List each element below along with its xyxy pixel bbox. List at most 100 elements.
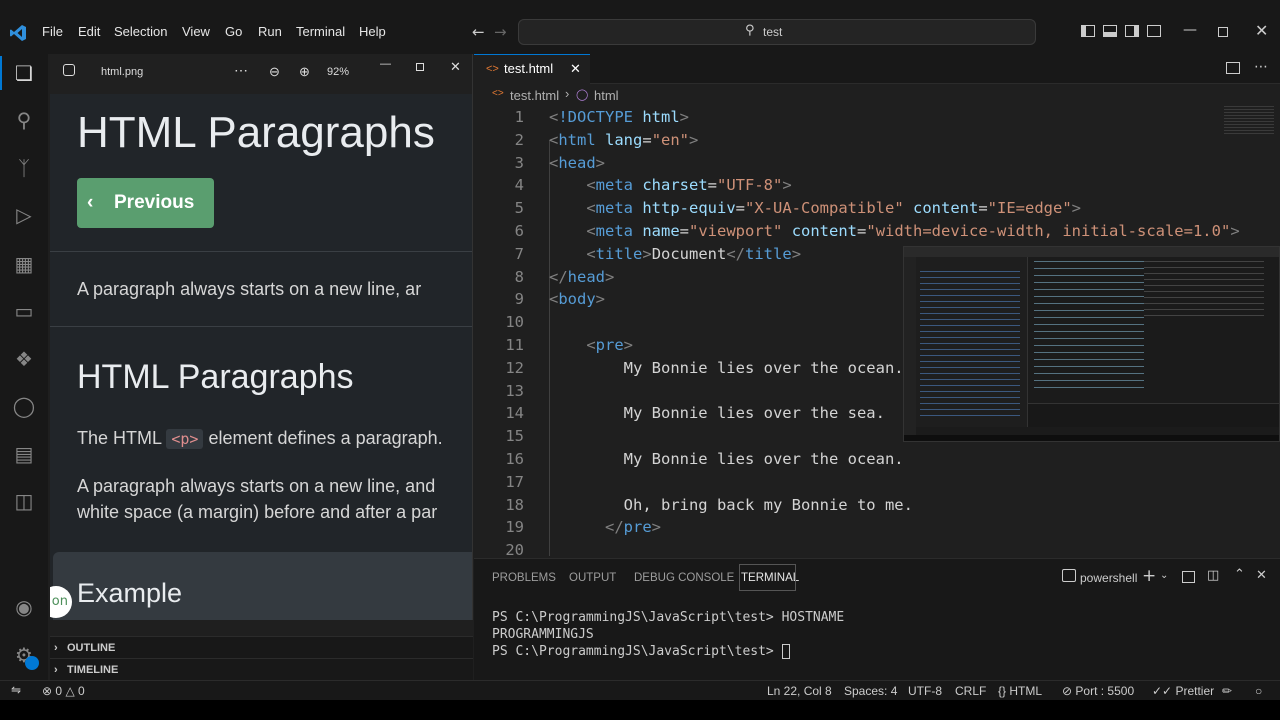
tab-problems[interactable]: PROBLEMS <box>492 572 556 584</box>
language-mode[interactable]: {} HTML <box>998 684 1042 698</box>
maximize-panel-icon[interactable]: ⌃ <box>1234 567 1245 582</box>
code-line[interactable]: Oh, bring back my Bonnie to me. <box>549 496 913 514</box>
minimize-window-icon[interactable]: — <box>1183 22 1197 38</box>
more-options-icon[interactable]: ⋯ <box>234 62 248 79</box>
viewer-minimize-icon[interactable]: — <box>380 58 391 70</box>
code-line[interactable]: My Bonnie lies over the ocean. <box>549 450 904 468</box>
toggle-secondary-sidebar-icon[interactable] <box>1125 25 1139 37</box>
viewer-close-icon[interactable]: ✕ <box>450 59 461 75</box>
run-debug-icon[interactable]: ▷ <box>12 203 36 227</box>
split-terminal-icon[interactable] <box>1182 571 1195 583</box>
bubble-label: on <box>51 594 68 609</box>
image-filename: html.png <box>101 66 144 78</box>
toggle-sidebar-icon[interactable] <box>1081 25 1095 37</box>
code-line[interactable]: <meta charset="UTF-8"> <box>549 176 791 194</box>
tab-debug-console[interactable]: DEBUG CONSOLE <box>634 572 734 584</box>
minimap[interactable] <box>1224 106 1274 136</box>
code-line[interactable]: </pre> <box>549 518 661 536</box>
account-icon[interactable]: ◉ <box>12 595 36 619</box>
breadcrumb-file[interactable]: test.html <box>510 88 559 103</box>
menu-go[interactable]: Go <box>225 24 242 39</box>
zoom-out-icon[interactable]: ⊖ <box>269 64 280 80</box>
divider <box>50 251 472 252</box>
line-ending[interactable]: CRLF <box>955 684 986 698</box>
close-window-icon[interactable]: ✕ <box>1255 21 1268 40</box>
breadcrumb-node[interactable]: html <box>594 88 619 103</box>
menu-selection[interactable]: Selection <box>114 24 167 39</box>
cursor-position[interactable]: Ln 22, Col 8 <box>767 684 832 698</box>
code-line[interactable]: </head> <box>549 268 614 286</box>
error-icon: ⊗ <box>42 684 53 698</box>
terminal-line-3[interactable]: PS C:\ProgrammingJS\JavaScript\test> <box>492 644 790 659</box>
editor-tab-bar: <> test.html ✕ ⋯ <box>474 54 1280 84</box>
search-icon[interactable]: ⚲ <box>12 108 36 132</box>
line-number: 6 <box>514 222 524 240</box>
no-entry-icon: ⊘ <box>1062 684 1073 698</box>
line-number: 8 <box>514 267 524 286</box>
github-icon[interactable]: ◯ <box>12 394 36 418</box>
feedback-icon[interactable]: ✏ <box>1222 684 1232 698</box>
errors-indicator[interactable]: ⊗ 0 △ 0 <box>42 684 85 698</box>
explorer-icon[interactable]: ❏ <box>12 61 36 85</box>
menu-run[interactable]: Run <box>258 24 282 39</box>
photos-app-icon <box>63 64 75 76</box>
defines-post: element defines a paragraph. <box>208 428 443 448</box>
braces-icon: {} <box>998 684 1007 698</box>
docker-icon[interactable]: ▤ <box>12 442 36 466</box>
devtools-screenshot-thumbnail <box>903 246 1280 442</box>
code-line[interactable]: <meta http-equiv="X-UA-Compatible" conte… <box>549 199 1081 217</box>
code-line[interactable]: My Bonnie lies over the sea. <box>549 404 885 422</box>
close-panel-icon[interactable]: ✕ <box>1256 568 1267 583</box>
code-line[interactable]: <head> <box>549 154 605 172</box>
extensions-icon[interactable]: ▦ <box>12 252 36 276</box>
toggle-panel-icon[interactable] <box>1103 25 1117 37</box>
outline-section[interactable]: › OUTLINE <box>50 636 473 658</box>
language-label: HTML <box>1009 684 1043 698</box>
code-line[interactable]: <meta name="viewport" content="width=dev… <box>549 222 1239 240</box>
live-server-port[interactable]: ⊘ Port : 5500 <box>1062 684 1134 698</box>
command-center[interactable]: ⚲ test <box>518 19 1036 45</box>
line-number: 10 <box>505 313 524 332</box>
tab-label: test.html <box>504 61 554 76</box>
code-line[interactable]: <!DOCTYPE html> <box>549 108 689 126</box>
menu-help[interactable]: Help <box>359 24 386 39</box>
split-editor-icon[interactable] <box>1226 62 1240 74</box>
more-actions-icon[interactable]: ⋯ <box>1254 59 1268 75</box>
back-arrow-icon[interactable]: ← <box>472 23 485 41</box>
menu-file[interactable]: File <box>42 24 63 39</box>
customize-layout-icon[interactable] <box>1147 25 1161 37</box>
thumb-side <box>1144 261 1264 321</box>
leaf-icon[interactable]: ❖ <box>12 347 36 371</box>
tab-test-html[interactable]: <> test.html ✕ <box>474 54 590 84</box>
zoom-in-icon[interactable]: ⊕ <box>299 64 310 80</box>
timeline-section[interactable]: › TIMELINE <box>50 658 473 680</box>
chevron-right-icon: › <box>54 664 58 676</box>
shell-name[interactable]: powershell <box>1080 571 1137 585</box>
trash-icon[interactable]: ◫ <box>1207 568 1219 583</box>
code-line[interactable]: <html lang="en"> <box>549 131 698 149</box>
notifications-bell-icon[interactable]: ○ <box>1255 684 1262 698</box>
source-control-icon[interactable]: ᛉ <box>12 156 36 180</box>
forward-arrow-icon[interactable]: → <box>494 23 507 41</box>
indentation[interactable]: Spaces: 4 <box>844 684 897 698</box>
menu-terminal[interactable]: Terminal <box>296 24 345 39</box>
previous-button[interactable]: ‹ Previous <box>77 178 214 228</box>
code-line[interactable]: My Bonnie lies over the ocean. <box>549 359 904 377</box>
menu-edit[interactable]: Edit <box>78 24 100 39</box>
tab-close-icon[interactable]: ✕ <box>570 55 581 83</box>
code-line[interactable]: <title>Document</title> <box>549 245 801 263</box>
thumb-devtools <box>916 257 1028 427</box>
restore-window-icon[interactable] <box>1218 27 1228 37</box>
menu-view[interactable]: View <box>182 24 210 39</box>
remote-explorer-icon[interactable]: ▭ <box>12 299 36 323</box>
tab-output[interactable]: OUTPUT <box>569 572 616 584</box>
code-line[interactable]: <body> <box>549 290 605 308</box>
code-line[interactable]: <pre> <box>549 336 633 354</box>
notebook-icon[interactable]: ◫ <box>12 489 36 513</box>
chevron-down-icon[interactable]: ⌄ <box>1160 570 1168 581</box>
viewer-maximize-icon[interactable] <box>416 63 424 71</box>
encoding[interactable]: UTF-8 <box>908 684 942 698</box>
new-terminal-icon[interactable]: + <box>1142 566 1156 586</box>
remote-indicator[interactable]: ⇋ <box>0 681 34 700</box>
prettier[interactable]: ✓✓ Prettier <box>1152 684 1214 698</box>
